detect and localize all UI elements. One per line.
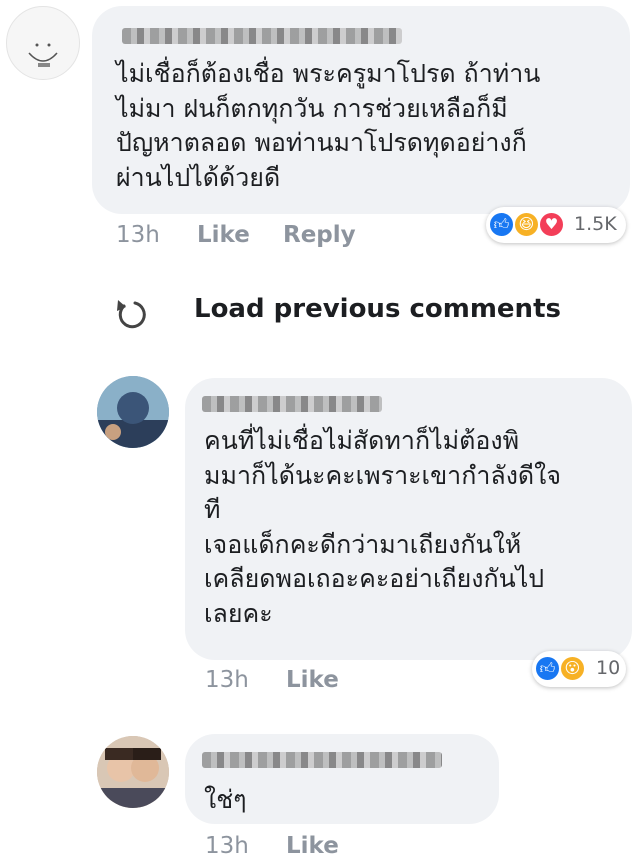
reply-button[interactable]: Reply	[283, 222, 356, 248]
refresh-icon	[117, 300, 146, 329]
like-button[interactable]: Like	[286, 833, 339, 859]
timestamp[interactable]: 13h	[116, 222, 160, 248]
like-button[interactable]: Like	[286, 667, 339, 693]
comment-text: คนที่ไม่เชื่อไม่สัดทาก็ไม่ต้องพิ มมาก็ได…	[204, 426, 561, 628]
commenter-name[interactable]	[202, 752, 442, 768]
like-button[interactable]: Like	[197, 222, 250, 248]
timestamp[interactable]: 13h	[205, 833, 249, 859]
comment-actions: 13h Like	[0, 667, 640, 697]
cartoon-avatar-icon	[28, 43, 58, 67]
avatar[interactable]	[6, 6, 80, 80]
load-previous-comments-link[interactable]: Load previous comments	[115, 290, 561, 340]
comment-actions: 13h Like Reply	[0, 222, 640, 252]
load-previous-label: Load previous comments	[194, 294, 561, 324]
blurred-avatar-icon	[97, 736, 169, 808]
avatar[interactable]	[97, 736, 169, 808]
timestamp[interactable]: 13h	[205, 667, 249, 693]
comment-actions: 13h Like	[0, 833, 640, 863]
commenter-name[interactable]	[122, 28, 402, 44]
avatar[interactable]	[97, 376, 169, 448]
comment-text: ไม่เชื่อก็ต้องเชื่อ พระครูมาโปรด ถ้าท่าน…	[116, 59, 541, 192]
commenter-name[interactable]	[202, 396, 382, 412]
comment-text: ใช่ๆ	[204, 785, 247, 814]
blurred-avatar-icon	[97, 376, 169, 448]
